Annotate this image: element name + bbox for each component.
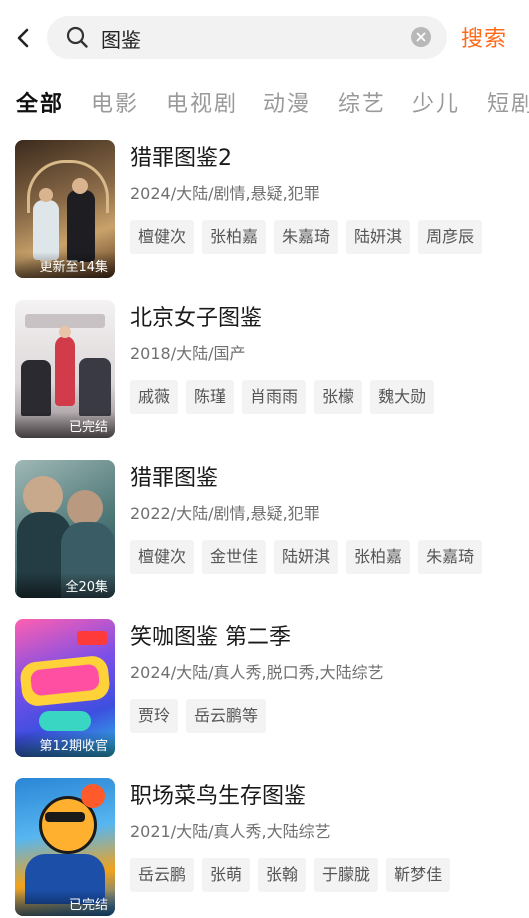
tab-variety[interactable]: 综艺: [338, 86, 386, 118]
cast-tag[interactable]: 张柏嘉: [202, 220, 267, 254]
result-meta: 2018/大陆/国产: [130, 344, 246, 363]
cast-tag[interactable]: 戚薇: [130, 380, 179, 414]
poster-image: 更新至14集: [15, 140, 115, 278]
cast-tag[interactable]: 于朦胧: [314, 858, 379, 892]
tab-tv-series[interactable]: 电视剧: [166, 86, 238, 118]
cast-tag[interactable]: 岳云鹏: [130, 858, 195, 892]
tab-all[interactable]: 全部: [16, 86, 64, 118]
clear-icon[interactable]: [411, 27, 431, 47]
search-button[interactable]: 搜索: [461, 21, 507, 53]
cast-tags: 檀健次 张柏嘉 朱嘉琦 陆妍淇 周彦辰: [130, 220, 490, 254]
tab-movie[interactable]: 电影: [91, 86, 139, 118]
tab-kids[interactable]: 少儿: [412, 86, 460, 118]
cast-tag[interactable]: 张檬: [314, 380, 363, 414]
result-item[interactable]: 已完结 北京女子图鉴 2018/大陆/国产 戚薇 陈瑾 肖雨雨 张檬 魏大勋: [15, 300, 525, 440]
result-item[interactable]: 已完结 职场菜鸟生存图鉴 2021/大陆/真人秀,大陆综艺 岳云鹏 张萌 张翰 于朦胧…: [15, 778, 525, 918]
poster-status-badge: 已完结: [15, 890, 115, 916]
result-item[interactable]: 更新至14集 猎罪图鉴2 2024/大陆/剧情,悬疑,犯罪 檀健次 张柏嘉 朱嘉琦陆…: [15, 140, 525, 280]
result-meta: 2024/大陆/真人秀,脱口秀,大陆综艺: [130, 663, 384, 682]
cast-tag[interactable]: 肖雨雨: [242, 380, 307, 414]
result-title: 笑咖图鉴 第二季: [130, 625, 291, 650]
tab-short-drama[interactable]: 短剧: [487, 86, 529, 118]
result-title: 职场菜鸟生存图鉴: [130, 784, 307, 809]
cast-tag[interactable]: 周彦辰: [418, 220, 483, 254]
cast-tag[interactable]: 岳云鹏等: [186, 699, 267, 733]
cast-tag[interactable]: 檀健次: [130, 540, 195, 574]
cast-tag[interactable]: 贾玲: [130, 699, 179, 733]
search-box[interactable]: [47, 16, 447, 59]
cast-tag[interactable]: 张萌: [202, 858, 251, 892]
cast-tags: 檀健次 金世佳 陆妍淇 张柏嘉 朱嘉琦: [130, 540, 490, 574]
poster-image: 已完结: [15, 300, 115, 438]
tab-anime[interactable]: 动漫: [263, 86, 311, 118]
cast-tag[interactable]: 陆妍淇: [346, 220, 411, 254]
cast-tags: 戚薇 陈瑾 肖雨雨 张檬 魏大勋: [130, 380, 442, 414]
result-item[interactable]: 第12期收官 笑咖图鉴 第二季 2024/大陆/真人秀,脱口秀,大陆综艺 贾玲岳…: [15, 619, 525, 759]
search-icon: [66, 26, 88, 48]
cast-tags: 贾玲 岳云鹏等: [130, 699, 274, 733]
poster-image: 已完结: [15, 778, 115, 916]
back-button[interactable]: [12, 24, 38, 52]
poster-status-badge: 更新至14集: [15, 252, 115, 278]
cast-tag[interactable]: 金世佳: [202, 540, 267, 574]
poster-status-badge: 全20集: [15, 572, 115, 598]
cast-tag[interactable]: 朱嘉琦: [418, 540, 483, 574]
poster-status-badge: 已完结: [15, 412, 115, 438]
category-tabs: 全部 电影 电视剧 动漫 综艺 少儿 短剧: [0, 80, 529, 124]
cast-tag[interactable]: 靳梦佳: [386, 858, 451, 892]
result-item[interactable]: 全20集 猎罪图鉴 2022/大陆/剧情,悬疑,犯罪 檀健次 金世佳 陆妍淇 张柏嘉朱…: [15, 460, 525, 600]
result-title: 猎罪图鉴: [130, 466, 219, 491]
result-meta: 2022/大陆/剧情,悬疑,犯罪: [130, 504, 320, 523]
result-meta: 2024/大陆/剧情,悬疑,犯罪: [130, 184, 320, 203]
poster-status-badge: 第12期收官: [15, 731, 115, 757]
result-title: 猎罪图鉴2: [130, 146, 232, 171]
cast-tag[interactable]: 檀健次: [130, 220, 195, 254]
cast-tag[interactable]: 魏大勋: [370, 380, 435, 414]
cast-tags: 岳云鹏 张萌 张翰 于朦胧 靳梦佳: [130, 858, 458, 892]
search-input[interactable]: [101, 22, 401, 54]
search-header: 搜索: [0, 0, 529, 76]
cast-tag[interactable]: 朱嘉琦: [274, 220, 339, 254]
cast-tag[interactable]: 陈瑾: [186, 380, 235, 414]
chevron-left-icon: [17, 28, 29, 48]
cast-tag[interactable]: 张柏嘉: [346, 540, 411, 574]
poster-image: 全20集: [15, 460, 115, 598]
cast-tag[interactable]: 张翰: [258, 858, 307, 892]
result-meta: 2021/大陆/真人秀,大陆综艺: [130, 822, 331, 841]
cast-tag[interactable]: 陆妍淇: [274, 540, 339, 574]
poster-image: 第12期收官: [15, 619, 115, 757]
result-title: 北京女子图鉴: [130, 306, 263, 331]
